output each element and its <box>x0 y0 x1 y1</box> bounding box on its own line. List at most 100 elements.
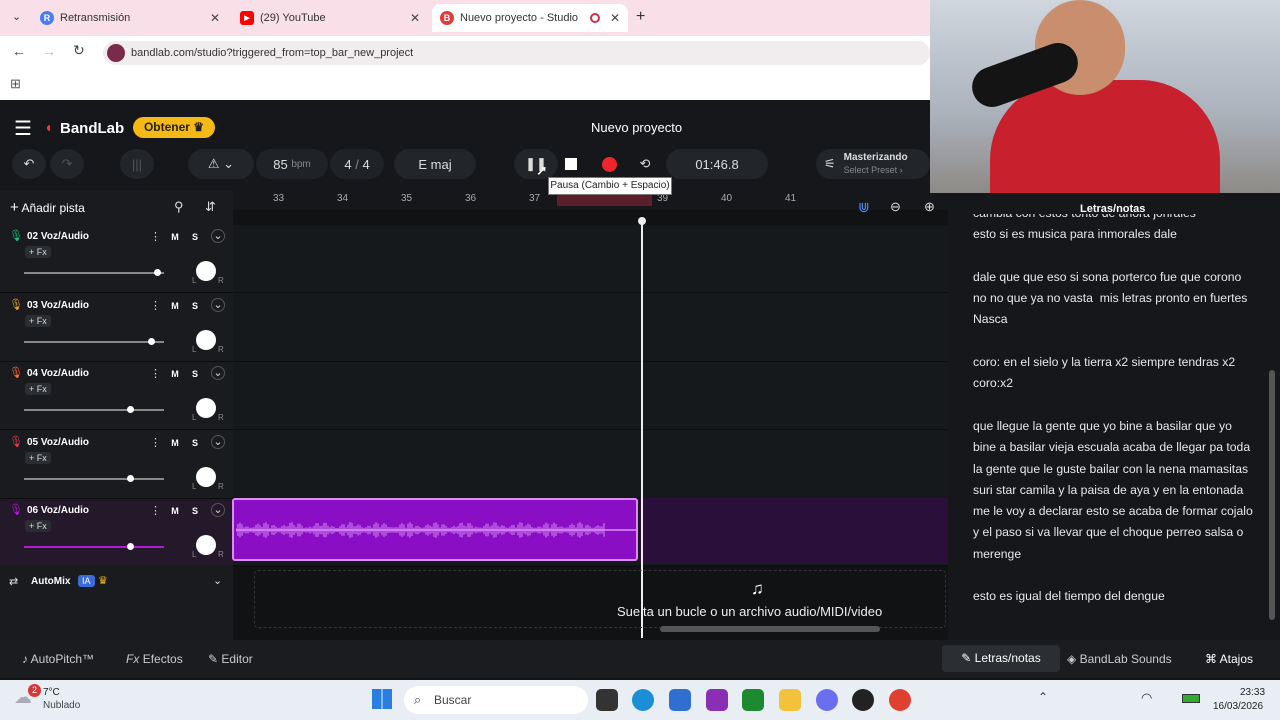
track-menu-icon[interactable]: ⋮ <box>150 436 161 449</box>
track-menu-icon[interactable]: ⋮ <box>150 367 161 380</box>
track-name[interactable]: 04 Voz/Audio <box>27 368 89 379</box>
track-expand-icon[interactable]: ⌄ <box>211 297 225 312</box>
mute-button[interactable]: M <box>167 504 183 519</box>
zoom-out-icon[interactable]: ⊖ <box>890 199 901 215</box>
pan-knob[interactable] <box>196 398 216 418</box>
windows-start-icon[interactable] <box>372 689 392 709</box>
track-expand-icon[interactable]: ⌄ <box>211 366 225 380</box>
task-view-icon[interactable] <box>596 689 618 711</box>
close-tab-icon[interactable]: ✕ <box>210 11 220 25</box>
track-lane[interactable] <box>233 294 948 362</box>
stop-button[interactable] <box>556 149 586 179</box>
volume-handle[interactable] <box>127 406 135 413</box>
metronome-button[interactable]: ⚠ ⌄ <box>188 149 254 179</box>
solo-button[interactable]: S <box>187 299 203 314</box>
taskbar-search[interactable]: ⌕ Buscar <box>404 686 588 714</box>
autopitch-button[interactable]: ♪ AutoPitch™ <box>22 652 94 666</box>
pan-knob[interactable] <box>196 535 216 555</box>
sounds-button[interactable]: ◈ BandLab Sounds <box>1067 652 1172 666</box>
track-lane[interactable] <box>233 362 948 430</box>
track-header[interactable]: 🎙 06 Voz/Audio + Fx ⋮ M S ⌄ L R <box>0 499 233 567</box>
new-tab-icon[interactable]: + <box>636 8 645 26</box>
volume-handle[interactable] <box>154 269 161 276</box>
audio-region[interactable] <box>232 498 638 561</box>
undo-button[interactable]: ↶ <box>12 149 46 179</box>
volume-slider[interactable] <box>24 269 164 276</box>
mastering-button[interactable]: ⚟ Masterizando Select Preset › <box>816 149 930 179</box>
back-icon[interactable]: ← <box>12 43 26 59</box>
volume-handle[interactable] <box>127 474 135 482</box>
clock-time[interactable]: 23:33 <box>1240 687 1265 698</box>
tray-chevron-icon[interactable]: ⌃ <box>1038 690 1048 704</box>
track-name[interactable]: 06 Voz/Audio <box>27 505 89 516</box>
effects-button[interactable]: Fx Efectos <box>126 652 183 666</box>
get-button[interactable]: Obtener ♛ <box>133 117 215 138</box>
volume-slider[interactable] <box>24 406 164 413</box>
volume-slider[interactable] <box>24 337 164 345</box>
add-track-button[interactable]: + Añadir pista <box>10 197 116 219</box>
track-header[interactable]: 🎙 05 Voz/Audio + Fx ⋮ M S ⌄ L R <box>0 430 233 499</box>
add-fx-button[interactable]: + Fx <box>25 314 51 327</box>
pan-knob[interactable] <box>196 329 216 350</box>
track-lane[interactable] <box>233 225 948 293</box>
volume-handle[interactable] <box>148 337 156 345</box>
key-button[interactable]: E maj <box>394 149 476 179</box>
chrome-icon[interactable] <box>889 689 911 711</box>
track-options-icon[interactable]: ⇵ <box>205 199 216 215</box>
lyrics-scrollbar[interactable] <box>1269 370 1275 620</box>
add-fx-button[interactable]: + Fx <box>25 520 51 532</box>
close-tab-icon[interactable]: ✕ <box>410 11 420 25</box>
tab-list-chevron-icon[interactable]: ⌄ <box>12 10 21 23</box>
menu-icon[interactable]: ☰ <box>14 116 32 141</box>
apps-grid-icon[interactable]: ⊞ <box>10 76 21 92</box>
store-icon[interactable] <box>669 689 691 711</box>
track-expand-icon[interactable]: ⌄ <box>211 503 225 517</box>
lyrics-viewport[interactable]: cambia con estos tonto de ahora jonrales… <box>948 214 1268 634</box>
edge-icon[interactable] <box>632 689 654 711</box>
solo-button[interactable]: S <box>187 504 203 519</box>
track-expand-icon[interactable]: ⌄ <box>211 229 225 243</box>
editor-button[interactable]: ✎ Editor <box>208 652 253 666</box>
snap-magnet-icon[interactable]: ⋓ <box>858 199 870 216</box>
volume-slider[interactable] <box>24 543 164 550</box>
time-signature[interactable]: 4 / 4 <box>330 149 384 179</box>
steam-icon[interactable] <box>852 689 874 711</box>
volume-slider[interactable] <box>24 474 164 482</box>
forward-icon[interactable]: → <box>42 43 56 59</box>
close-tab-icon[interactable]: ✕ <box>610 11 620 25</box>
site-mic-icon[interactable] <box>107 44 125 62</box>
tempo-field[interactable]: 85 bpm <box>256 149 328 179</box>
tab-studio[interactable]: B Nuevo proyecto - Studio ✕ <box>432 4 628 32</box>
add-fx-button[interactable]: + Fx <box>25 246 51 258</box>
track-header[interactable]: 🎙 04 Voz/Audio + Fx ⋮ M S ⌄ L R <box>0 362 233 430</box>
shortcuts-button[interactable]: ⌘ Atajos <box>1205 652 1253 666</box>
battery-icon[interactable] <box>1182 694 1200 703</box>
pan-knob[interactable] <box>196 261 216 281</box>
url-field[interactable]: bandlab.com/studio?triggered_from=top_ba… <box>103 41 930 65</box>
pan-knob[interactable] <box>196 466 216 487</box>
track-menu-icon[interactable]: ⋮ <box>150 504 161 517</box>
track-menu-icon[interactable]: ⋮ <box>150 230 161 243</box>
drop-zone[interactable]: ♫ Suelta un bucle o un archivo audio/MID… <box>254 570 946 628</box>
discord-icon[interactable] <box>816 689 838 711</box>
track-name[interactable]: 05 Voz/Audio <box>27 437 89 448</box>
keyboard-button[interactable]: ||| <box>120 149 154 179</box>
loop-button[interactable]: ⟲ <box>630 149 660 179</box>
volume-handle[interactable] <box>127 543 135 550</box>
solo-button[interactable]: S <box>187 230 203 245</box>
app-icon[interactable] <box>706 689 728 711</box>
mute-button[interactable]: M <box>167 299 183 314</box>
add-fx-button[interactable]: + Fx <box>25 383 51 395</box>
track-name[interactable]: 02 Voz/Audio <box>27 231 89 242</box>
track-lane[interactable] <box>233 431 948 499</box>
mute-button[interactable]: M <box>167 230 183 245</box>
solo-button[interactable]: S <box>187 436 203 451</box>
add-fx-button[interactable]: + Fx <box>25 451 51 464</box>
tab-youtube[interactable]: ▶ (29) YouTube ✕ <box>232 4 428 32</box>
clock-date[interactable]: 16/03/2026 <box>1213 701 1263 712</box>
record-button[interactable] <box>594 149 624 179</box>
mute-button[interactable]: M <box>167 436 183 451</box>
zoom-in-icon[interactable]: ⊕ <box>924 199 935 215</box>
horizontal-scrollbar[interactable] <box>660 626 880 632</box>
xbox-icon[interactable] <box>742 689 764 711</box>
